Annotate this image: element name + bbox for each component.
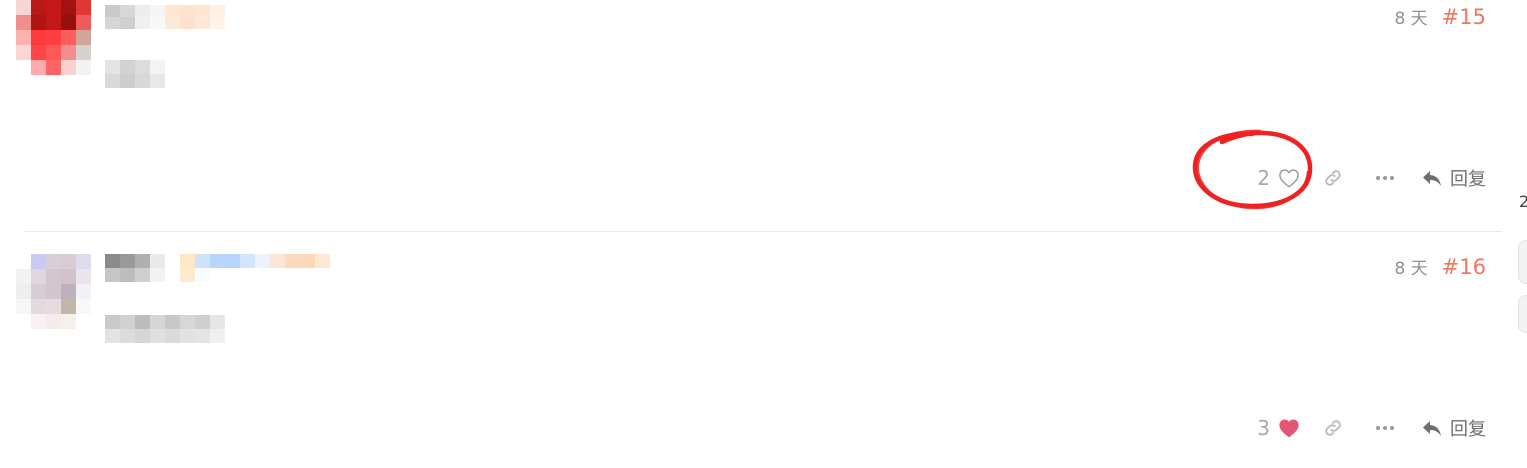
reply-button[interactable]: 回复	[1422, 415, 1486, 441]
post-number[interactable]: #15	[1442, 5, 1486, 29]
post-age[interactable]: 8 天	[1394, 4, 1427, 29]
like-button[interactable]: 2	[1257, 166, 1300, 190]
like-count: 2	[1257, 166, 1270, 190]
link-icon[interactable]	[1318, 413, 1348, 443]
post-actions: 3 回复	[1257, 413, 1486, 443]
topic-page: 8 天 #15 2 回复 8 天 #16 3 回复 2	[0, 0, 1527, 468]
post-body	[105, 315, 225, 343]
timeline-button[interactable]	[1518, 240, 1527, 284]
ellipsis-icon[interactable]	[1370, 413, 1400, 443]
avatar[interactable]	[16, 254, 106, 329]
post-meta: 8 天 #15	[1394, 4, 1486, 29]
post-16: 8 天 #16 3 回复	[0, 232, 1500, 468]
link-icon[interactable]	[1318, 163, 1348, 193]
heart-outline-icon	[1278, 168, 1300, 188]
like-button[interactable]: 3	[1257, 416, 1300, 440]
reply-arrow-icon	[1422, 169, 1442, 187]
post-age[interactable]: 8 天	[1394, 254, 1427, 279]
reply-label: 回复	[1450, 419, 1486, 440]
timeline-button[interactable]	[1518, 295, 1527, 333]
post-body	[105, 60, 165, 88]
heart-filled-icon	[1278, 418, 1300, 438]
like-count: 3	[1257, 416, 1270, 440]
reply-button[interactable]: 回复	[1422, 165, 1486, 191]
avatar[interactable]	[16, 0, 106, 75]
reply-label: 回复	[1450, 169, 1486, 190]
timeline-counter: 2	[1519, 192, 1527, 211]
ellipsis-icon[interactable]	[1370, 163, 1400, 193]
reply-arrow-icon	[1422, 419, 1442, 437]
username[interactable]	[105, 5, 225, 29]
post-actions: 2 回复	[1257, 163, 1486, 193]
post-15: 8 天 #15 2 回复	[0, 0, 1500, 232]
post-number[interactable]: #16	[1442, 255, 1486, 279]
username[interactable]	[105, 254, 375, 282]
post-meta: 8 天 #16	[1394, 254, 1486, 279]
